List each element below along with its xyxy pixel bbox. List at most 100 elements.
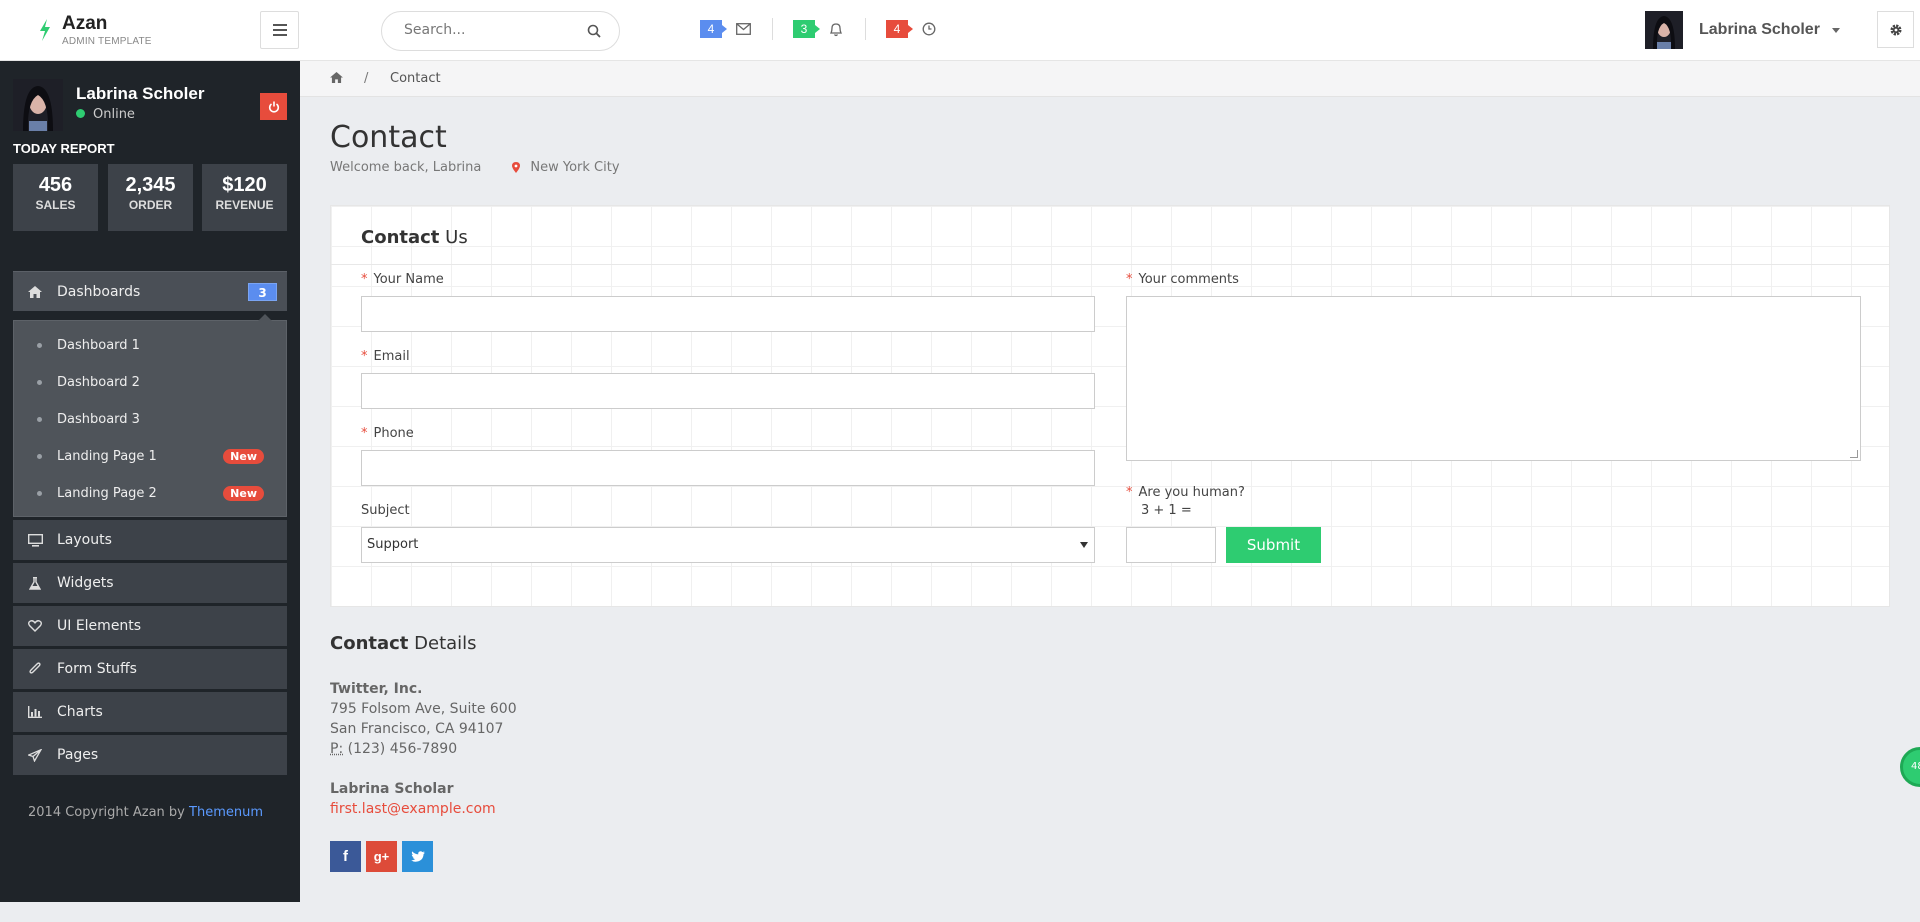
human-check-label: * Are you human? [1126, 485, 1245, 500]
bullet-icon [37, 491, 42, 496]
twitter-button[interactable] [402, 841, 433, 872]
stat-label: REVENUE [215, 198, 274, 212]
sidebar-footer: 2014 Copyright Azan by Themenum [28, 805, 263, 820]
settings-button[interactable] [1877, 11, 1914, 48]
bolt-icon [40, 19, 50, 41]
page-subtitle: Welcome back, Labrina New York City [330, 160, 620, 175]
stat-label: SALES [35, 198, 76, 212]
comments-textarea[interactable] [1126, 296, 1861, 461]
company-name: Twitter, Inc. [330, 681, 423, 697]
user-menu[interactable]: Labrina Scholer [1645, 11, 1840, 49]
user-name: Labrina Scholer [1699, 21, 1820, 38]
copyright-text: 2014 Copyright Azan by [28, 805, 190, 820]
phone-field[interactable] [361, 450, 1095, 486]
captcha-input[interactable] [1126, 527, 1216, 563]
contact-form-card: Contact Us * Your Name * Email * Phone Subj… [330, 205, 1890, 607]
contact-person: Labrina Scholar [330, 781, 454, 797]
search-icon[interactable] [587, 24, 601, 38]
themenum-link[interactable]: Themenum [189, 805, 263, 820]
activity-notification[interactable]: 4 [886, 19, 936, 39]
count-badge: 3 [248, 283, 277, 301]
activity-count: 4 [886, 20, 913, 38]
name-field[interactable] [361, 296, 1095, 332]
subject-value: Support [367, 537, 419, 552]
sidebar-item-charts[interactable]: Charts [13, 692, 287, 732]
dropdown-arrow-icon [1080, 542, 1088, 548]
required-mark: * [1126, 272, 1133, 287]
twitter-icon [410, 850, 425, 862]
card-title: Contact Us [361, 227, 468, 248]
contact-details-heading: Contact Details [330, 633, 477, 654]
clock-icon [922, 22, 936, 36]
sidebar-item-widgets[interactable]: Widgets [13, 563, 287, 603]
required-mark: * [361, 426, 368, 441]
location-text: New York City [530, 160, 620, 175]
submenu-item-dashboard-3[interactable]: Dashboard 3 [14, 401, 286, 438]
captcha-question: 3 + 1 = [1141, 503, 1192, 518]
bar-chart-icon [28, 706, 42, 718]
phone-abbr: P: [330, 741, 344, 757]
submenu-item-label: Landing Page 1 [57, 449, 157, 464]
messages-count: 4 [700, 20, 727, 38]
sidebar-item-label: Layouts [57, 532, 112, 548]
alerts-notification[interactable]: 3 [793, 19, 843, 39]
sidebar-user: Labrina Scholer Online [13, 79, 287, 131]
user-status-label: Online [93, 107, 135, 122]
google-plus-button[interactable]: g+ [366, 841, 397, 872]
monitor-icon [27, 533, 43, 547]
dashboards-submenu: Dashboard 1 Dashboard 2 Dashboard 3 Land… [13, 314, 287, 517]
stat-revenue: $120 REVENUE [202, 164, 287, 231]
submenu-item-label: Dashboard 2 [57, 375, 140, 390]
sidebar-toggle-button[interactable] [260, 11, 299, 49]
stat-value: 456 [38, 174, 73, 196]
user-status: Online [76, 107, 135, 122]
sidebar-item-label: Charts [57, 704, 103, 720]
submenu-item-label: Dashboard 1 [57, 338, 140, 353]
bullet-icon [37, 380, 42, 385]
sidebar-user-name: Labrina Scholer [76, 84, 205, 103]
messages-notification[interactable]: 4 [700, 19, 751, 39]
facebook-button[interactable]: f [330, 841, 361, 872]
new-badge: New [223, 486, 264, 501]
required-mark: * [361, 272, 368, 287]
sidebar-item-pages[interactable]: Pages [13, 735, 287, 775]
submenu-item-landing-page-2[interactable]: Landing Page 2 New [14, 475, 286, 512]
sidebar-nav: Dashboards 3 Dashboard 1 Dashboard 2 Das… [13, 271, 287, 778]
paper-plane-icon [28, 748, 42, 762]
floating-chat-button[interactable]: 48 [1900, 747, 1920, 787]
home-icon[interactable] [330, 72, 343, 83]
bell-icon [829, 22, 843, 36]
submenu-item-dashboard-2[interactable]: Dashboard 2 [14, 364, 286, 401]
email-link[interactable]: first.last@example.com [330, 801, 496, 817]
sidebar-item-label: Form Stuffs [57, 661, 137, 677]
search-input[interactable] [404, 22, 574, 38]
brand-tagline: ADMIN TEMPLATE [62, 36, 152, 47]
logout-button[interactable] [260, 93, 287, 120]
submenu-item-landing-page-1[interactable]: Landing Page 1 New [14, 438, 286, 475]
divider [331, 264, 1889, 265]
submit-button[interactable]: Submit [1226, 527, 1321, 563]
sidebar-item-layouts[interactable]: Layouts [13, 520, 287, 560]
stat-value: 2,345 [125, 174, 176, 196]
avatar [1645, 11, 1683, 49]
breadcrumb-separator: / [364, 71, 369, 86]
bullet-icon [37, 454, 42, 459]
sidebar-item-form-stuffs[interactable]: Form Stuffs [13, 649, 287, 689]
online-indicator-icon [76, 109, 85, 118]
resize-handle-icon[interactable] [1850, 450, 1858, 458]
facebook-icon: f [343, 848, 348, 865]
stat-value: $120 [222, 174, 267, 196]
sidebar: Labrina Scholer Online TODAY REPORT 456 … [0, 61, 300, 902]
home-icon [28, 285, 42, 298]
subject-select[interactable]: Support [361, 527, 1095, 563]
required-mark: * [1126, 485, 1133, 500]
sidebar-item-label: Widgets [57, 575, 114, 591]
bullet-icon [37, 343, 42, 348]
sidebar-item-ui-elements[interactable]: UI Elements [13, 606, 287, 646]
sidebar-item-dashboards[interactable]: Dashboards 3 [13, 271, 287, 311]
address-line-2: San Francisco, CA 94107 [330, 721, 504, 737]
google-plus-icon: g+ [373, 849, 390, 864]
email-field[interactable] [361, 373, 1095, 409]
submenu-item-dashboard-1[interactable]: Dashboard 1 [14, 327, 286, 364]
alerts-count: 3 [793, 20, 820, 38]
